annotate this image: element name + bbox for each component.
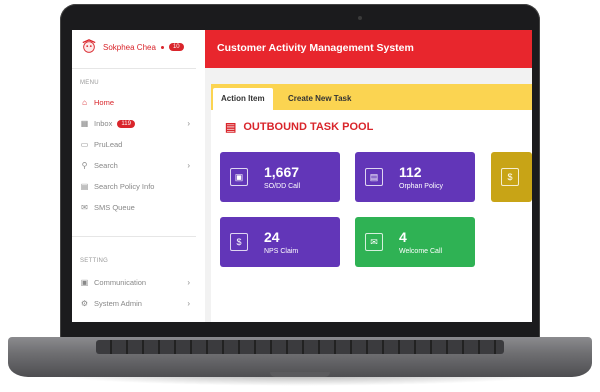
card-nps-claim[interactable]: $ 24 NPS Claim [220,217,340,267]
file-icon: ▭ [80,140,89,149]
divider [72,236,196,237]
cash-icon: $ [230,233,248,251]
setting-section-label: SETTING [80,258,109,264]
hand-money-icon: $ [501,168,519,186]
card-welcome-call[interactable]: ✉ 4 Welcome Call [355,217,475,267]
chevron-right-icon: › [187,119,190,128]
sidebar-item-prulead[interactable]: ▭ PruLead [80,140,190,149]
card-value: 24 [264,228,280,245]
admin-icon: ⚙ [80,299,89,308]
card-label: Orphan Policy [399,182,443,190]
chevron-right-icon: › [187,299,190,308]
card-label: NPS Claim [264,247,299,255]
sidebar-item-sms-queue[interactable]: ✉ SMS Queue [80,203,190,212]
search-icon: ⚲ [81,161,88,170]
company-logo-icon [82,39,96,53]
communication-icon: ▣ [80,278,89,287]
task-panel: Action Item Create New Task ▤ OUTBOUND T… [211,84,532,322]
tab-create-new-task[interactable]: Create New Task [280,88,359,110]
sidebar-item-search[interactable]: ⚲ Search › [80,161,190,170]
chevron-right-icon: › [187,161,190,170]
app-screen: Sokphea Chea 10 MENU ⌂ Home ▦ Inbox 119 … [72,30,532,322]
sidebar-item-label: Search Policy Info [94,182,155,191]
sidebar-item-label: SMS Queue [94,203,135,212]
sidebar-item-label: Inbox [94,119,113,128]
user-dropdown-dot [160,45,164,49]
camera [358,16,362,20]
document-icon: ▤ [365,168,383,186]
divider [72,68,196,69]
clipboard-icon: ▤ [225,120,237,134]
message-icon: ✉ [81,203,88,212]
card-value: 4 [399,228,407,245]
home-icon: ⌂ [82,98,87,107]
laptop-keyboard [96,340,504,354]
menu-section-label: MENU [80,80,99,86]
outbound-task-pool-heading: ▤ OUTBOUND TASK POOL [225,120,373,134]
card-partial[interactable]: $ [491,152,532,202]
sidebar-item-label: Communication [94,278,147,287]
card-value: 112 [399,163,422,180]
sidebar-item-label: PruLead [94,140,123,149]
top-header-bar: Customer Activity Management System [205,30,532,68]
chevron-right-icon: › [187,278,190,287]
tab-action-item[interactable]: Action Item [213,88,273,110]
sidebar: Sokphea Chea 10 MENU ⌂ Home ▦ Inbox 119 … [72,30,206,322]
sidebar-item-communication[interactable]: ▣ Communication › [80,278,190,287]
inbox-icon: ▦ [80,119,89,128]
user-profile[interactable]: Sokphea Chea 10 [80,39,184,55]
card-label: Welcome Call [399,247,443,255]
sidebar-item-label: System Admin [94,299,142,308]
laptop-notch [270,372,330,377]
card-orphan-policy[interactable]: ▤ 112 Orphan Policy [355,152,475,202]
envelope-icon: ✉ [365,233,383,251]
inbox-count-badge: 119 [117,119,135,128]
receipt-icon: ▣ [230,168,248,186]
sidebar-item-search-policy-info[interactable]: ▤ Search Policy Info [80,182,190,191]
card-so-dd-call[interactable]: ▣ 1,667 SO/DD Call [220,152,340,202]
sidebar-item-system-admin[interactable]: ⚙ System Admin › [80,299,190,308]
card-value: 1,667 [264,163,300,180]
sidebar-item-inbox[interactable]: ▦ Inbox 119 › [80,119,190,128]
pool-title: OUTBOUND TASK POOL [243,121,374,133]
document-icon: ▤ [80,182,89,191]
card-label: SO/DD Call [264,182,301,190]
sidebar-item-label: Home [94,98,115,107]
sidebar-item-home[interactable]: ⌂ Home [80,98,190,107]
tab-bar: Action Item Create New Task [211,84,532,110]
user-name[interactable]: Sokphea Chea [103,43,156,52]
sidebar-item-label: Search [94,161,118,170]
main-content: Customer Activity Management System Acti… [205,30,532,322]
app-title: Customer Activity Management System [217,42,414,54]
notification-badge[interactable]: 10 [168,43,184,51]
